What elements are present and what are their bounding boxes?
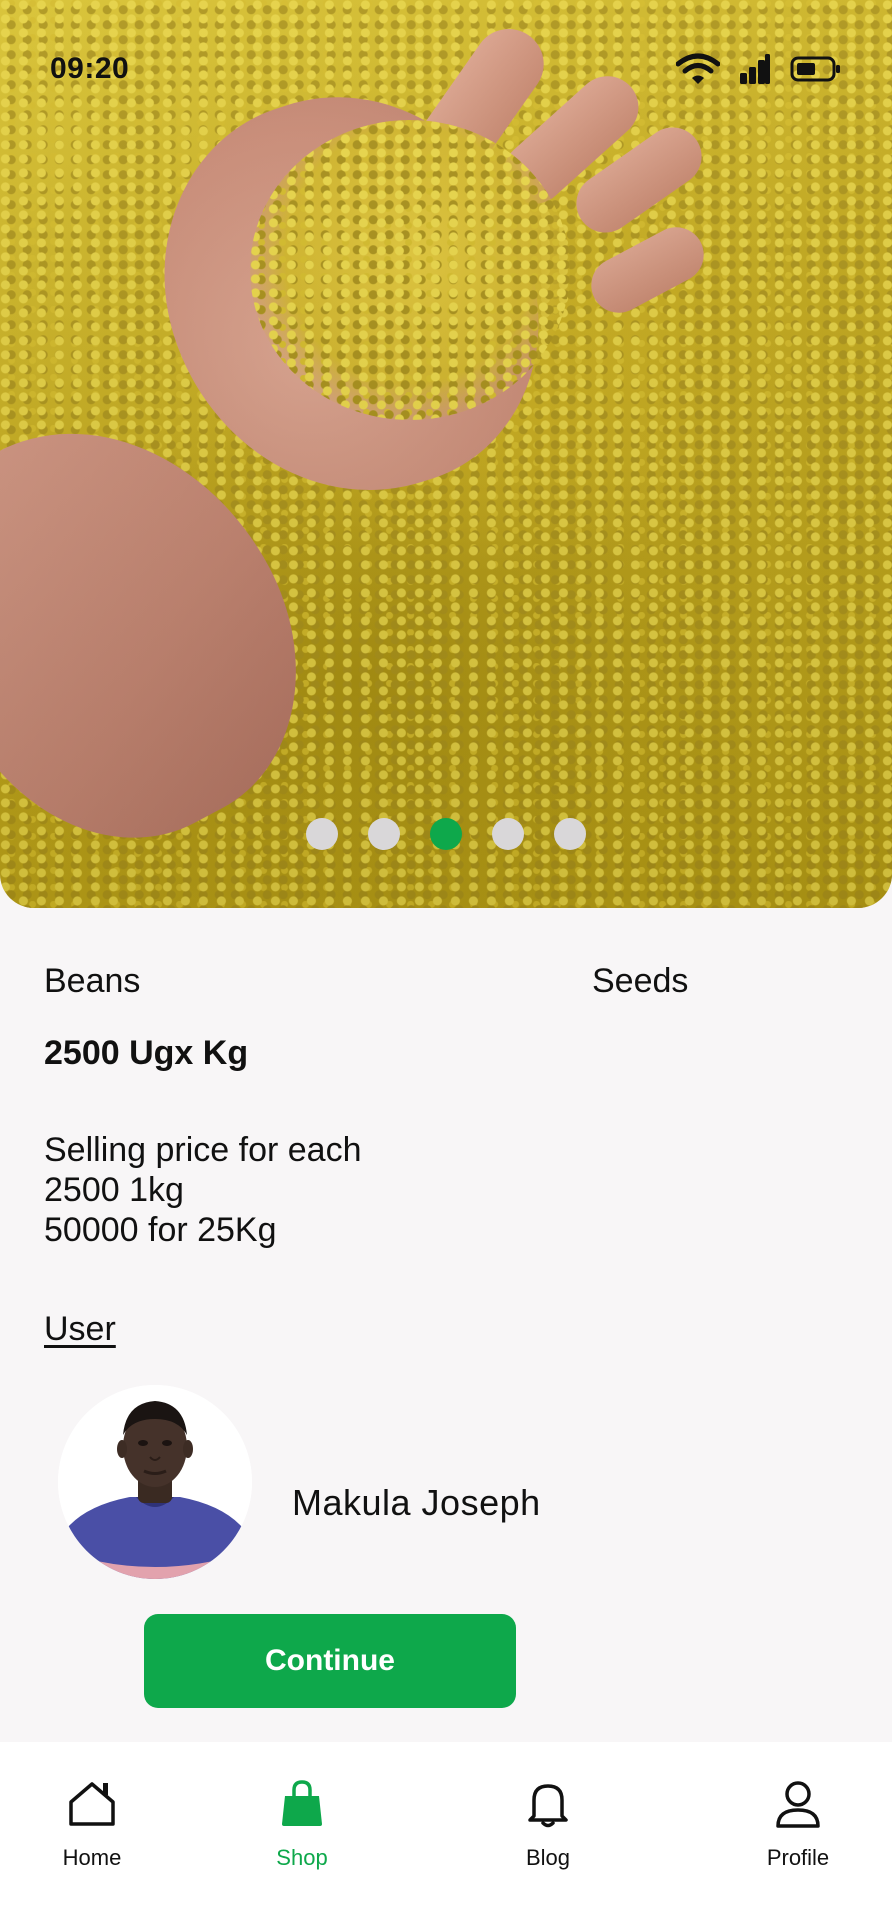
nav-item-home[interactable]: Home [22, 1780, 162, 1871]
carousel-dot[interactable] [492, 818, 524, 850]
nav-label: Home [62, 1845, 122, 1870]
user-name[interactable]: Makula Joseph [292, 1482, 541, 1524]
nav-label: Profile [766, 1845, 830, 1870]
shopping-bag-icon [280, 1780, 324, 1833]
description-line: 2500 1kg [44, 1171, 184, 1209]
description-line: Selling price for each [44, 1131, 362, 1169]
product-name: Beans [44, 962, 141, 1000]
carousel-dot[interactable] [554, 818, 586, 850]
nav-label: Blog [525, 1845, 571, 1870]
product-description: Selling price for each 2500 1kg 50000 fo… [44, 1130, 362, 1250]
avatar[interactable] [58, 1385, 252, 1579]
product-category: Seeds [592, 962, 689, 1000]
carousel-dot[interactable] [368, 818, 400, 850]
user-icon [775, 1780, 821, 1833]
wifi-icon [675, 52, 721, 91]
nav-item-profile[interactable]: Profile [728, 1780, 868, 1871]
status-time: 09:20 [50, 52, 130, 85]
continue-button[interactable]: Continue [144, 1614, 516, 1708]
home-icon [67, 1780, 117, 1833]
carousel-dot[interactable] [306, 818, 338, 850]
user-heading: User [44, 1310, 116, 1348]
bell-icon [526, 1780, 570, 1833]
carousel-dot-active[interactable] [430, 818, 462, 850]
signal-icon [738, 53, 772, 90]
battery-icon [790, 55, 842, 88]
carousel-indicator [0, 818, 892, 850]
nav-item-blog[interactable]: Blog [478, 1780, 618, 1871]
status-bar: 09:20 [0, 0, 892, 140]
product-price: 2500 Ugx Kg [44, 1034, 249, 1072]
nav-label: Shop [276, 1845, 328, 1870]
description-line: 50000 for 25Kg [44, 1211, 277, 1249]
nav-item-shop[interactable]: Shop [232, 1780, 372, 1871]
bottom-navigation: Home Shop Blog Profile [0, 1742, 892, 1930]
